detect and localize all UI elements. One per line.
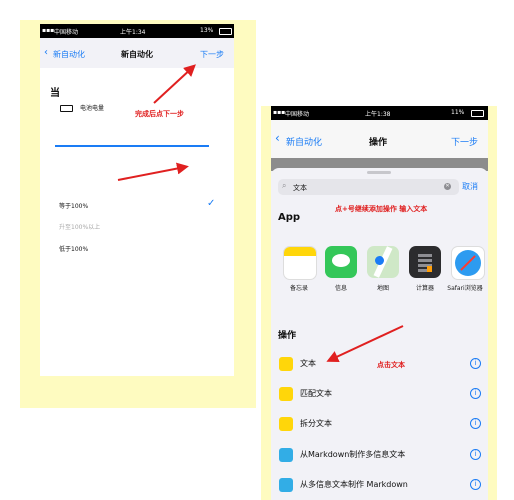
annotation-arrows xyxy=(117,64,404,363)
arrow-to-selected-option xyxy=(117,162,189,181)
arrow-to-text-action xyxy=(326,325,404,363)
arrow-to-next-button xyxy=(153,64,196,104)
